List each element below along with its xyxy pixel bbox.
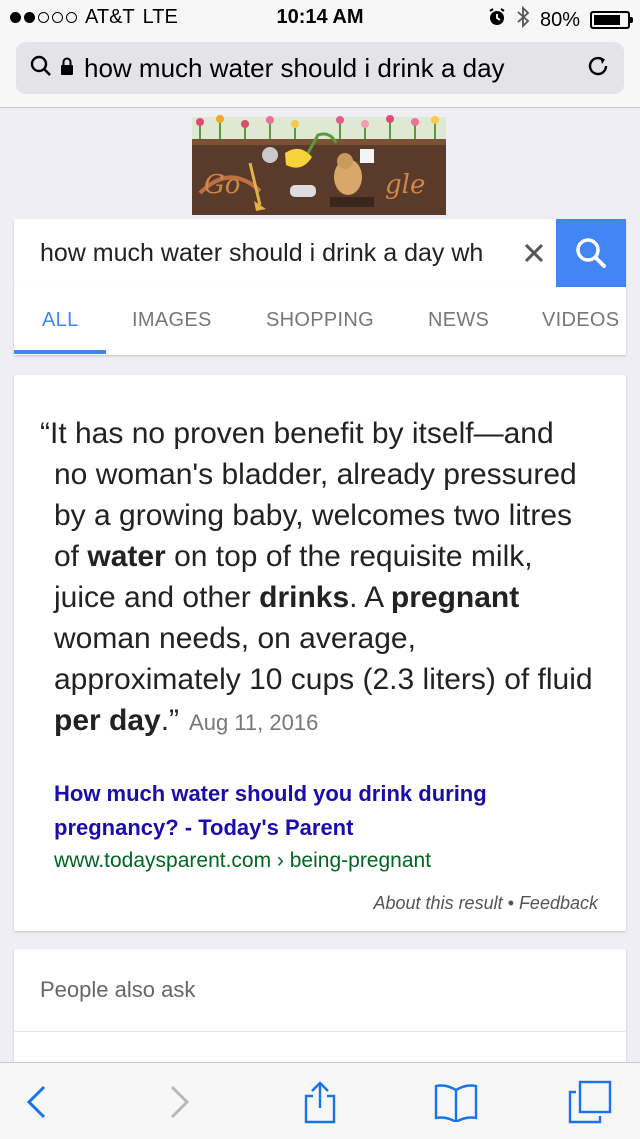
battery-percent: 80% [539,8,580,31]
result-meta: About this result • Feedback [374,893,598,914]
browser-address-area: how much water should i drink a day [0,36,640,108]
svg-text:gle: gle [385,170,425,200]
google-doodle[interactable]: Go gle [190,113,450,221]
people-also-ask-title: People also ask [40,977,196,1002]
reload-icon[interactable] [586,54,610,83]
back-icon [26,1085,46,1119]
bookmarks-icon [434,1084,478,1122]
search-button[interactable] [556,219,626,287]
tab-videos[interactable]: VIDEOS [542,309,619,332]
result-title-line[interactable]: How much water should you drink during [54,777,574,811]
clear-search-button[interactable] [514,233,554,273]
search-icon [576,238,606,268]
bluetooth-icon [516,5,530,34]
forward-button[interactable] [156,1079,204,1125]
quote-line: woman needs, on average, [54,622,416,655]
close-icon [524,243,544,263]
quote-line: no woman's bladder, already pressured [54,458,577,491]
result-url[interactable]: www.todaysparent.com › being-pregnant [54,849,431,873]
featured-snippet-card: “It has no proven benefit by itself—and n… [14,375,626,931]
about-result-link[interactable]: About this result [374,893,503,913]
active-tab-indicator [14,350,106,354]
snippet-date: Aug 11, 2016 [189,710,319,735]
bookmarks-button[interactable] [432,1079,480,1125]
quote-line: by a growing baby, welcomes two litres [54,499,572,532]
people-also-ask-card: People also ask [14,949,626,1062]
svg-text:Go: Go [204,170,240,200]
status-bar: AT&T LTE 10:14 AM 80% [0,0,640,36]
address-text[interactable]: how much water should i drink a day [84,53,578,84]
tabs-button[interactable] [566,1079,614,1125]
feedback-link[interactable]: Feedback [519,893,598,913]
search-input[interactable] [14,219,526,287]
result-title-line[interactable]: pregnancy? - Today's Parent [54,811,574,845]
share-button[interactable] [296,1079,344,1125]
tab-news[interactable]: NEWS [428,309,489,332]
address-bar[interactable]: how much water should i drink a day [16,42,624,94]
quote-line: of water on top of the requisite milk, [54,540,533,573]
separator: • [507,893,514,913]
search-box [14,219,626,287]
tab-all[interactable]: ALL [42,309,79,332]
search-icon [30,55,52,82]
tabs-icon [568,1080,612,1124]
quote-line: juice and other drinks. A pregnant [54,581,520,614]
quote-line: per day.” Aug 11, 2016 [54,704,319,737]
status-right: 80% [488,5,633,34]
back-button[interactable] [12,1079,60,1125]
web-page: Go gle ALL IMAGES SHOPPING NEWS VIDEOS [0,109,640,1062]
tab-shopping[interactable]: SHOPPING [266,309,374,332]
battery-icon [590,11,633,29]
search-tabs: ALL IMAGES SHOPPING NEWS VIDEOS [14,287,626,355]
lock-icon [60,57,74,80]
quote-line: “It has no proven benefit by itself—and [40,417,554,450]
alarm-icon [488,8,506,32]
quote-line: approximately 10 cups (2.3 liters) of fl… [54,663,593,696]
share-icon [304,1081,336,1124]
forward-icon [170,1085,190,1119]
result-title-link[interactable]: How much water should you drink during p… [54,777,574,845]
divider [14,1031,626,1032]
snippet-quote: “It has no proven benefit by itself—and n… [40,413,610,743]
browser-toolbar [0,1062,640,1139]
tab-images[interactable]: IMAGES [132,309,212,332]
